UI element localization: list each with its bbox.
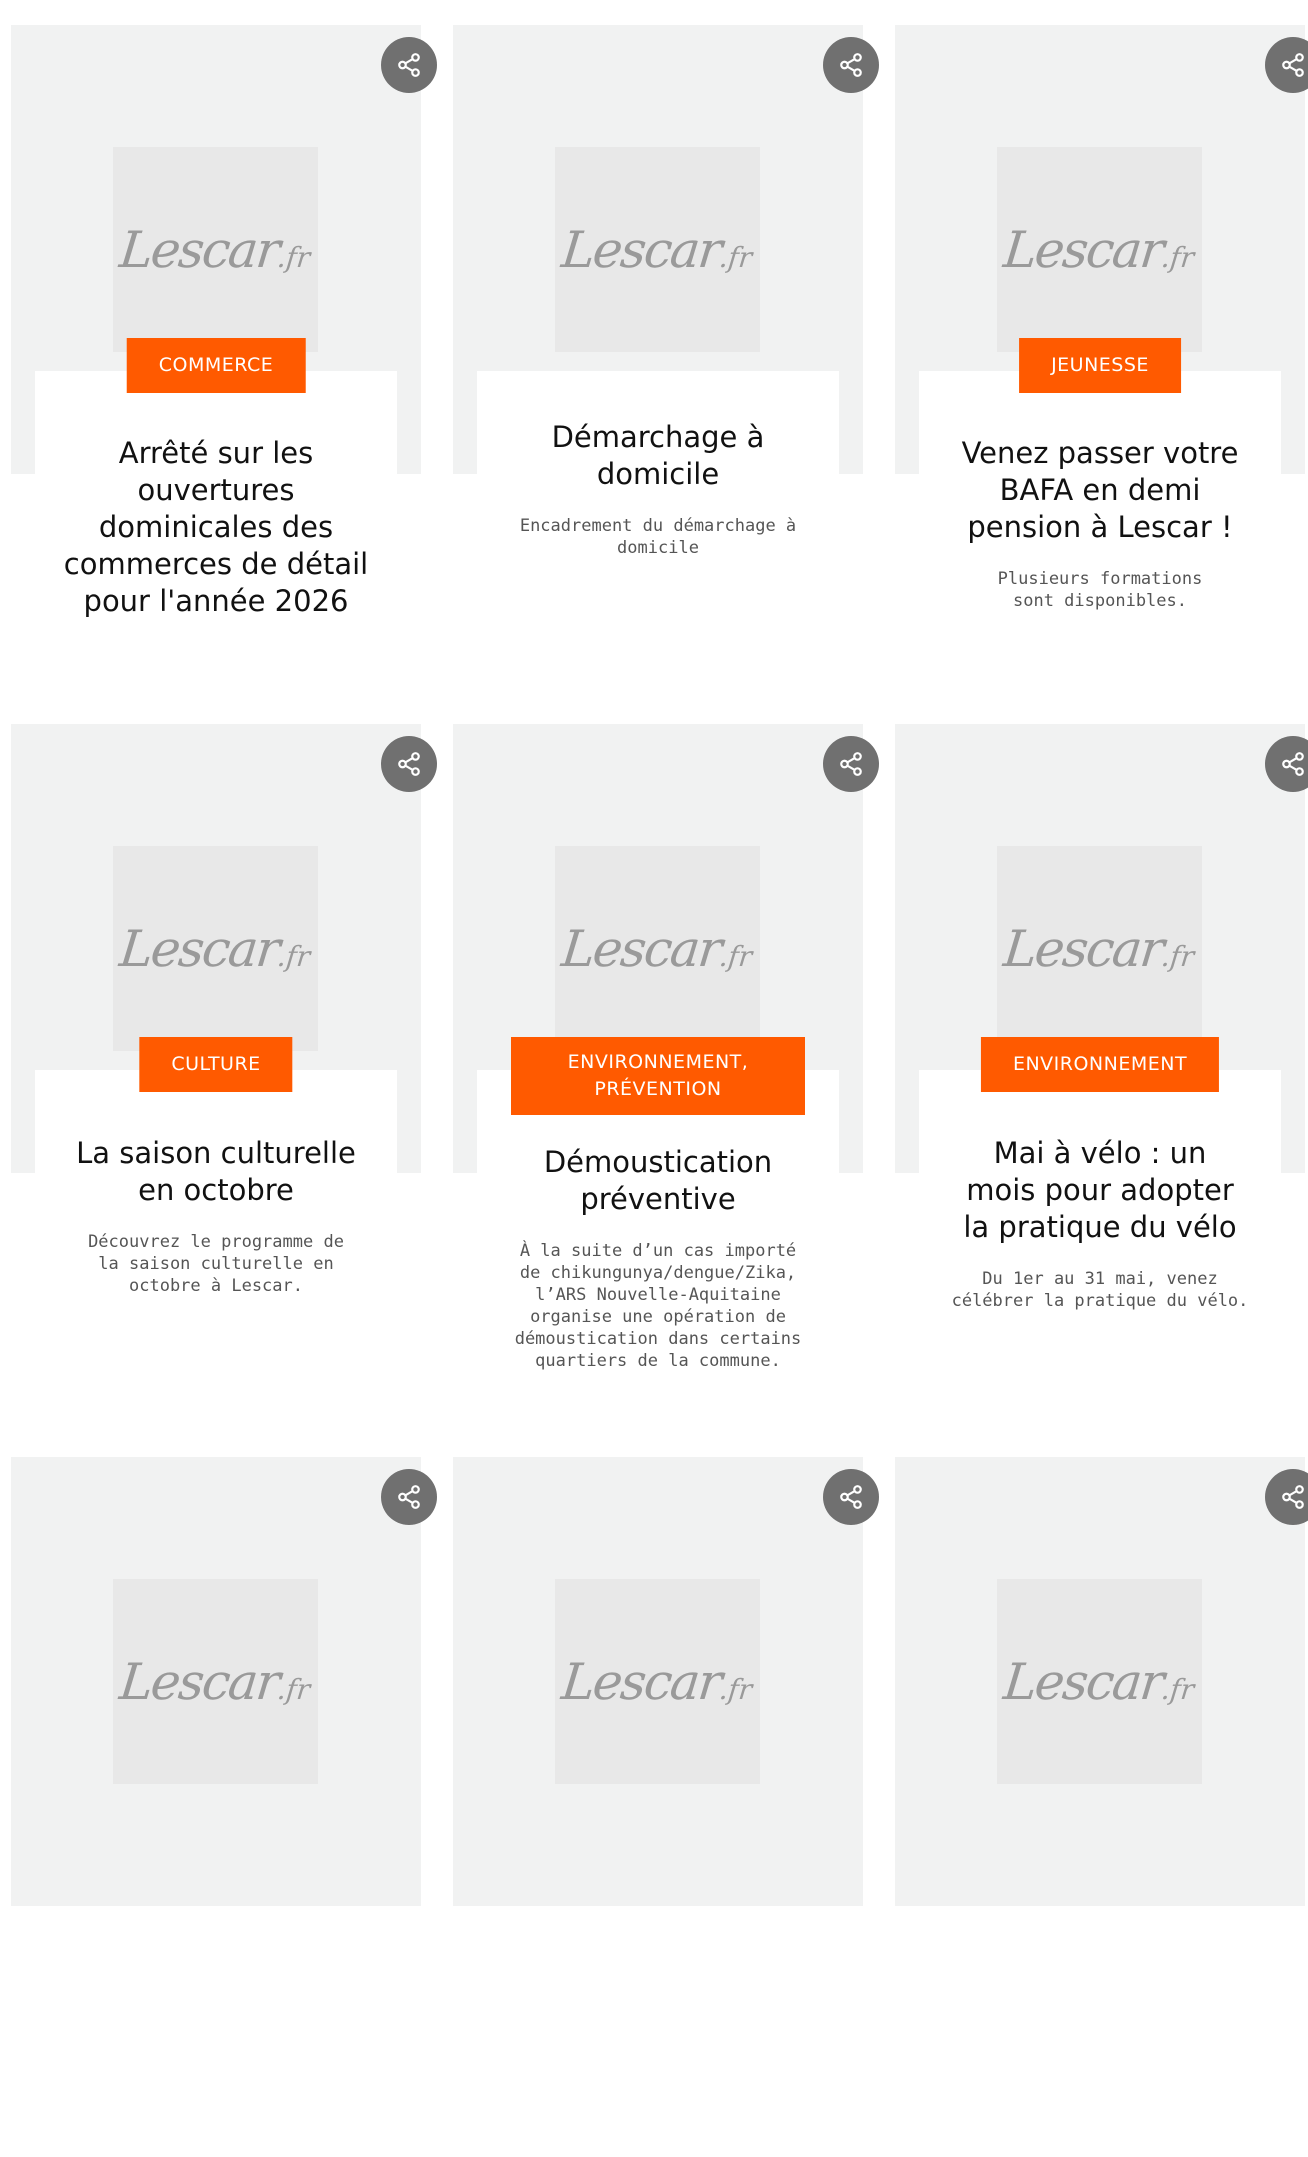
category-tag[interactable]: ENVIRONNEMENT <box>980 1037 1220 1092</box>
share-icon <box>840 752 862 776</box>
share-button[interactable] <box>381 1469 437 1525</box>
lescar-logo: Lescar.fr <box>117 919 312 978</box>
card-thumbnail[interactable]: Lescar.fr <box>113 846 318 1051</box>
lescar-logo: Lescar.fr <box>117 220 312 279</box>
lescar-logo: Lescar.fr <box>559 1652 754 1711</box>
card-thumbnail[interactable]: Lescar.fr <box>555 846 760 1051</box>
share-button[interactable] <box>823 37 879 93</box>
card-content: La saison culturelle en octobre Découvre… <box>35 1135 397 1297</box>
card-description: Du 1er au 31 mai, venez célébrer la prat… <box>951 1269 1249 1311</box>
lescar-logo: Lescar.fr <box>559 919 754 978</box>
share-icon <box>840 53 862 77</box>
card-content: Démoustication préventive À la suite d’u… <box>477 1144 839 1372</box>
news-card[interactable]: Lescar.fr COMMERCE Arrêté sur les ouvert… <box>11 25 437 725</box>
lescar-logo: Lescar.fr <box>1001 220 1196 279</box>
news-card[interactable]: Lescar.fr <box>895 1457 1308 2157</box>
lescar-logo: Lescar.fr <box>559 220 754 279</box>
card-description: À la suite d’un cas importé de chikungun… <box>514 1241 802 1371</box>
lescar-logo: Lescar.fr <box>1001 919 1196 978</box>
share-button[interactable] <box>381 37 437 93</box>
news-card[interactable]: Lescar.fr JEUNESSE Venez passer votre BA… <box>895 25 1308 725</box>
share-button[interactable] <box>381 736 437 792</box>
card-thumbnail[interactable]: Lescar.fr <box>555 147 760 352</box>
share-button[interactable] <box>823 1469 879 1525</box>
card-title[interactable]: La saison culturelle en octobre <box>71 1135 361 1209</box>
news-card[interactable]: Lescar.fr ENVIRONNEMENT Mai à vélo : un … <box>895 724 1308 1424</box>
news-card[interactable]: Lescar.fr ENVIRONNEMENT, PRÉVENTION Démo… <box>453 724 879 1424</box>
card-title[interactable]: Arrêté sur les ouvertures dominicales de… <box>56 435 376 620</box>
card-content: Venez passer votre BAFA en demi pension … <box>919 435 1281 612</box>
card-description: Plusieurs formations sont disponibles. <box>997 569 1203 611</box>
card-thumbnail[interactable]: Lescar.fr <box>555 1579 760 1784</box>
card-content: Démarchage à domicile Encadrement du dém… <box>477 419 839 559</box>
share-icon <box>840 1485 862 1509</box>
category-tag[interactable]: JEUNESSE <box>1019 338 1181 393</box>
category-tag[interactable]: COMMERCE <box>126 338 306 393</box>
card-title[interactable]: Démoustication préventive <box>533 1144 783 1218</box>
card-title[interactable]: Démarchage à domicile <box>528 419 788 493</box>
card-description: Découvrez le programme de la saison cult… <box>88 1232 344 1296</box>
news-card[interactable]: Lescar.fr CULTURE La saison culturelle e… <box>11 724 437 1424</box>
card-title[interactable]: Mai à vélo : un mois pour adopter la pra… <box>955 1135 1245 1246</box>
card-title[interactable]: Venez passer votre BAFA en demi pension … <box>960 435 1240 546</box>
card-thumbnail[interactable]: Lescar.fr <box>113 147 318 352</box>
category-tag[interactable]: CULTURE <box>139 1037 293 1092</box>
category-tag[interactable]: ENVIRONNEMENT, PRÉVENTION <box>511 1037 805 1115</box>
card-content: Mai à vélo : un mois pour adopter la pra… <box>919 1135 1281 1312</box>
card-description: Encadrement du démarchage à domicile <box>519 516 797 558</box>
card-content: Arrêté sur les ouvertures dominicales de… <box>35 435 397 620</box>
share-icon <box>398 752 420 776</box>
card-thumbnail[interactable]: Lescar.fr <box>997 1579 1202 1784</box>
share-icon <box>1282 1485 1304 1509</box>
lescar-logo: Lescar.fr <box>117 1652 312 1711</box>
card-thumbnail[interactable]: Lescar.fr <box>113 1579 318 1784</box>
share-icon <box>1282 752 1304 776</box>
card-thumbnail[interactable]: Lescar.fr <box>997 147 1202 352</box>
share-button[interactable] <box>823 736 879 792</box>
share-icon <box>398 53 420 77</box>
share-icon <box>1282 53 1304 77</box>
card-thumbnail[interactable]: Lescar.fr <box>997 846 1202 1051</box>
share-icon <box>398 1485 420 1509</box>
lescar-logo: Lescar.fr <box>1001 1652 1196 1711</box>
news-card[interactable]: Lescar.fr <box>453 1457 879 2157</box>
news-card[interactable]: Lescar.fr <box>11 1457 437 2157</box>
news-card[interactable]: Lescar.fr Démarchage à domicile Encadrem… <box>453 25 879 725</box>
